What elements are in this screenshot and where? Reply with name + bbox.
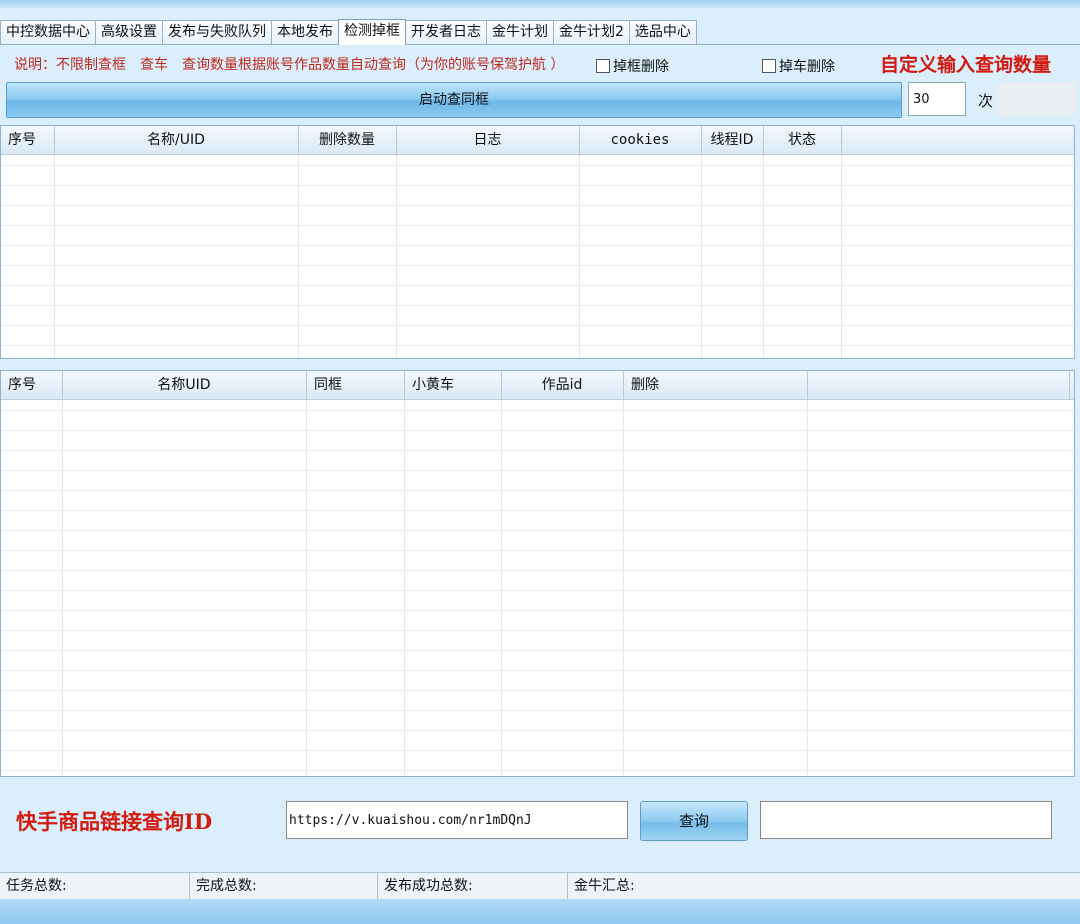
tab-detect-frame[interactable]: 检测掉框 xyxy=(338,19,406,45)
query-count-input[interactable]: 30 xyxy=(908,82,966,116)
col-divider xyxy=(623,371,624,776)
col-divider xyxy=(701,126,702,358)
status-published: 发布成功总数: xyxy=(378,873,568,899)
table-header: 序号 名称UID 同框 小黄车 作品id 删除 xyxy=(1,371,1074,400)
remove-car-label: 掉车删除 xyxy=(779,59,835,75)
tab-product-center[interactable]: 选品中心 xyxy=(628,20,697,44)
custom-query-label: 自定义输入查询数量 xyxy=(880,54,1052,76)
note-prefix: 说明：不限制查框 xyxy=(14,57,126,73)
window-bottom-strip xyxy=(0,899,1080,924)
header-divider xyxy=(623,371,624,399)
tab-developer-log[interactable]: 开发者日志 xyxy=(405,20,487,44)
note-desc: 查询数量根据账号作品数量自动查询（为你的账号保驾护航 ） xyxy=(182,57,565,73)
header-index[interactable]: 序号 xyxy=(8,126,36,154)
status-total-tasks: 任务总数: xyxy=(0,873,190,899)
header-same-frame[interactable]: 同框 xyxy=(314,371,342,399)
header-divider xyxy=(404,371,405,399)
header-delete-count[interactable]: 删除数量 xyxy=(298,126,396,154)
header-divider xyxy=(807,371,808,399)
checkbox-box[interactable] xyxy=(596,59,610,73)
header-divider xyxy=(841,126,842,154)
table-header: 序号 名称/UID 删除数量 日志 cookies 线程ID 状态 xyxy=(1,126,1074,155)
times-unit-label: 次 xyxy=(978,92,994,110)
header-thread-id[interactable]: 线程ID xyxy=(701,126,763,154)
header-name-uid[interactable]: 名称/UID xyxy=(54,126,298,154)
product-link-input[interactable]: https://v.kuaishou.com/nr1mDQnJ xyxy=(286,801,628,839)
window-top-strip xyxy=(0,0,1080,8)
col-divider xyxy=(763,126,764,358)
query-button[interactable]: 查询 xyxy=(640,801,748,841)
account-table[interactable]: 序号 名称/UID 删除数量 日志 cookies 线程ID 状态 xyxy=(0,125,1075,359)
status-completed: 完成总数: xyxy=(190,873,378,899)
header-delete[interactable]: 删除 xyxy=(631,371,659,399)
tab-local-publish[interactable]: 本地发布 xyxy=(271,20,339,44)
col-divider xyxy=(62,371,63,776)
tab-jinniu-plan[interactable]: 金牛计划 xyxy=(486,20,554,44)
col-divider xyxy=(807,371,808,776)
header-divider xyxy=(1069,371,1070,399)
remove-frame-label: 掉框删除 xyxy=(613,59,669,75)
remove-car-checkbox[interactable]: 掉车删除 xyxy=(762,56,835,76)
gray-panel xyxy=(998,82,1076,116)
start-check-button[interactable]: 启动查同框 xyxy=(6,82,902,118)
col-divider xyxy=(54,126,55,358)
link-query-label: 快手商品链接查询ID xyxy=(16,809,213,834)
header-status[interactable]: 状态 xyxy=(763,126,841,154)
col-divider xyxy=(579,126,580,358)
query-result-field[interactable] xyxy=(760,801,1052,839)
status-bar: 任务总数: 完成总数: 发布成功总数: 金牛汇总: xyxy=(0,872,1080,900)
col-divider xyxy=(841,126,842,358)
header-index[interactable]: 序号 xyxy=(8,371,36,399)
header-cookies[interactable]: cookies xyxy=(579,126,701,154)
tab-bar: 中控数据中心 高级设置 发布与失败队列 本地发布 检测掉框 开发者日志 金牛计划… xyxy=(0,19,697,45)
header-name-uid[interactable]: 名称UID xyxy=(62,371,306,399)
header-log[interactable]: 日志 xyxy=(396,126,579,154)
works-table[interactable]: 序号 名称UID 同框 小黄车 作品id 删除 xyxy=(0,370,1075,777)
col-divider xyxy=(298,126,299,358)
note-car: 查车 xyxy=(140,57,168,73)
col-divider xyxy=(404,371,405,776)
col-divider xyxy=(306,371,307,776)
header-work-id[interactable]: 作品id xyxy=(501,371,623,399)
col-divider xyxy=(396,126,397,358)
tab-jinniu-plan-2[interactable]: 金牛计划2 xyxy=(553,20,630,44)
col-divider xyxy=(501,371,502,776)
tab-divider xyxy=(0,44,1080,45)
status-jinniu: 金牛汇总: xyxy=(574,878,635,894)
tab-publish-queue[interactable]: 发布与失败队列 xyxy=(162,20,272,44)
instruction-note: 说明：不限制查框 查车 查询数量根据账号作品数量自动查询（为你的账号保驾护航 ） xyxy=(14,54,578,74)
tab-control-center[interactable]: 中控数据中心 xyxy=(0,20,96,44)
header-divider xyxy=(306,371,307,399)
checkbox-box[interactable] xyxy=(762,59,776,73)
remove-frame-checkbox[interactable]: 掉框删除 xyxy=(596,56,669,76)
tab-advanced-settings[interactable]: 高级设置 xyxy=(95,20,163,44)
header-yellow-cart[interactable]: 小黄车 xyxy=(412,371,454,399)
